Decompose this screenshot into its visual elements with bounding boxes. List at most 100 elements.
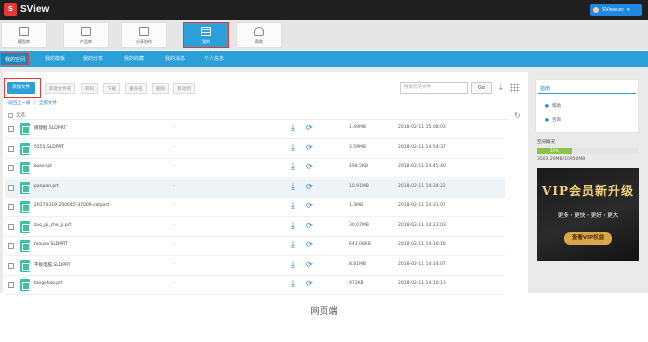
file-name[interactable]: zuo_pi_che_ji.prt	[34, 223, 71, 228]
file-name[interactable]: base.ipt	[34, 164, 52, 169]
row-checkbox[interactable]	[8, 204, 14, 210]
file-description: -	[173, 183, 175, 189]
file-size: 1.49MB	[349, 125, 366, 130]
file-name[interactable]: tangshao.prt	[34, 281, 63, 286]
app-logo[interactable]: S SView	[4, 3, 49, 16]
download-button[interactable]: 下载	[103, 83, 120, 94]
select-all-checkbox[interactable]	[8, 113, 13, 118]
sync-icon[interactable]: ⟳	[306, 143, 313, 153]
delete-button[interactable]: 删除	[152, 83, 169, 94]
usage-text: 3503.29MB/10950MB	[537, 157, 586, 162]
file-name[interactable]: 5555.SLDPRT	[34, 145, 64, 150]
file-time: 2018-02-11 14:16:18	[398, 242, 446, 247]
sync-icon[interactable]: ⟳	[306, 279, 313, 289]
row-checkbox[interactable]	[8, 223, 14, 230]
subnav-my-space[interactable]: 我的空间	[1, 53, 30, 65]
rename-button[interactable]: 重命名	[125, 83, 147, 94]
row-checkbox[interactable]	[8, 184, 14, 191]
consult-link[interactable]: ● 咨询	[545, 117, 561, 123]
download-icon[interactable]: ⤓	[291, 260, 295, 270]
search-go-button[interactable]: Go	[471, 82, 492, 94]
bullet-icon: ●	[545, 104, 549, 109]
table-row[interactable]: 平板电脑.SLDPRT - ⤓ ⟳ 8.81MB 2018-02-11 14:14:07	[5, 257, 505, 276]
avatar	[593, 7, 599, 13]
file-time: 2018-02-11 14:14:07	[398, 261, 446, 267]
table-row[interactable]: 5555.SLDPRT - ⤓ ⟳ 3.59MB 2018-02-11 14:54:37	[5, 140, 505, 159]
subnav-profile[interactable]: 个人信息	[201, 53, 227, 65]
download-icon[interactable]: ⤓	[291, 240, 295, 250]
tab-label: 分享协作	[136, 39, 152, 44]
table-row[interactable]: 20170319-200645-37009.catpart - ⤓ ⟳ 1.3MB 201…	[5, 198, 505, 217]
row-checkbox[interactable]	[8, 262, 14, 269]
subnav-my-messages[interactable]: 我的消息	[162, 53, 188, 65]
download-icon[interactable]: ⤓	[291, 123, 295, 133]
file-name[interactable]: 眼镜框.SLDPRT	[34, 125, 66, 131]
file-size: 972KB	[349, 281, 364, 286]
refresh-icon[interactable]: ↻	[514, 112, 521, 120]
sync-icon[interactable]: ⟳	[306, 240, 313, 250]
download-icon[interactable]: ⤓	[291, 143, 295, 153]
grid-view-icon[interactable]	[510, 83, 520, 93]
list-icon	[201, 27, 211, 36]
help-link[interactable]: ● 帮助	[545, 103, 561, 109]
file-time: 2018-02-11 15:08:03	[398, 125, 446, 130]
file-size: 643.08KB	[349, 242, 371, 247]
subnav-my-templates[interactable]: 我的模板	[42, 53, 68, 65]
file-name[interactable]: 20170319-200645-37009.catpart	[34, 203, 109, 208]
sync-icon[interactable]: ⟳	[306, 182, 313, 192]
row-checkbox[interactable]	[8, 282, 14, 288]
tab-mine[interactable]: 我的	[183, 22, 229, 48]
all-files-link[interactable]: 全部文件	[39, 101, 57, 106]
sync-icon[interactable]: ⟳	[306, 260, 313, 270]
file-description: -	[173, 203, 175, 208]
download-icon[interactable]: ⤓	[291, 279, 295, 289]
table-row[interactable]: panpan.prt - ⤓ ⟳ 10.91MB 2018-02-11 14:34:22	[5, 178, 505, 198]
search-input[interactable]: 搜索您的文件	[400, 82, 468, 94]
file-name[interactable]: 平板电脑.SLDPRT	[34, 262, 71, 268]
breadcrumb-separator: |	[33, 101, 36, 106]
row-checkbox[interactable]	[8, 243, 14, 249]
vip-banner[interactable]: VIP会员新升级 更多・更快・更好・更大 查看VIP权益	[537, 168, 639, 261]
table-row[interactable]: mouse.SLDPRT - ⤓ ⟳ 643.08KB 2018-02-11 14:16:…	[5, 237, 505, 256]
sync-icon[interactable]: ⟳	[306, 221, 313, 231]
file-description: -	[173, 144, 175, 150]
download-icon[interactable]: ⤓	[291, 221, 295, 231]
row-checkbox[interactable]	[8, 126, 14, 132]
file-icon	[20, 279, 30, 291]
table-row[interactable]: 眼镜框.SLDPRT - ⤓ ⟳ 1.49MB 2018-02-11 15:08:03	[5, 120, 505, 139]
top-bar: S SView SView.ec ▾	[0, 0, 648, 20]
tab-product-library[interactable]: 产品库	[63, 22, 109, 48]
sync-icon[interactable]: ⟳	[306, 201, 313, 211]
download-icon[interactable]: ⤓	[291, 182, 295, 192]
file-name[interactable]: panpan.prt	[34, 184, 59, 189]
download-icon[interactable]: ⤓	[291, 162, 295, 172]
subnav-my-shares[interactable]: 我的分享	[80, 53, 106, 65]
file-name[interactable]: mouse.SLDPRT	[34, 242, 68, 247]
table-row[interactable]: base.ipt - ⤓ ⟳ 498.5KB 2018-02-11 14:45:40	[5, 159, 505, 178]
convert-button[interactable]: 转码	[81, 83, 98, 94]
sync-icon[interactable]: ⟳	[306, 162, 313, 172]
move-to-button[interactable]: 移动到	[173, 83, 195, 94]
row-checkbox[interactable]	[8, 145, 14, 152]
tab-model-library[interactable]: 模型库	[1, 22, 47, 48]
new-folder-button[interactable]: 新建文件夹	[45, 83, 75, 94]
vip-title: VIP会员新升级	[542, 184, 634, 198]
upload-file-button[interactable]: 添加文件	[7, 82, 35, 94]
table-row[interactable]: zuo_pi_che_ji.prt - ⤓ ⟳ 30.07MB 2018-02-11 14…	[5, 218, 505, 237]
select-all-label: 全选	[16, 113, 25, 118]
file-description: -	[173, 164, 175, 169]
guide-divider	[538, 93, 636, 94]
download-icon[interactable]: ⤓	[291, 201, 295, 211]
file-icon	[20, 162, 30, 174]
sort-icon[interactable]: ⇣	[497, 83, 505, 93]
subnav-my-favorites[interactable]: 我的收藏	[121, 53, 147, 65]
table-row[interactable]: tangshao.prt - ⤓ ⟳ 972KB 2018-02-11 14:10:13	[5, 276, 505, 295]
usage-progress-fill: 34%	[537, 148, 572, 154]
tab-share[interactable]: 分享协作	[121, 22, 167, 48]
user-menu-button[interactable]: SView.ec ▾	[590, 4, 642, 16]
tab-help[interactable]: 帮助	[236, 22, 282, 48]
sync-icon[interactable]: ⟳	[306, 123, 313, 133]
vip-cta-button[interactable]: 查看VIP权益	[564, 232, 612, 245]
row-checkbox[interactable]	[8, 165, 14, 171]
back-link[interactable]: 返回上一级	[8, 101, 31, 106]
